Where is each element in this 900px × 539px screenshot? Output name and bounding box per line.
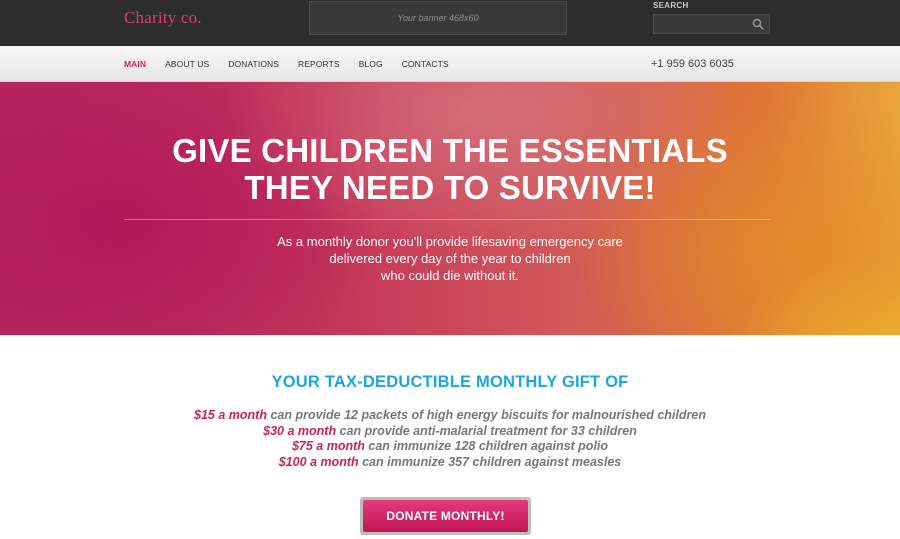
gift-description: can immunize 357 children against measle… bbox=[358, 454, 622, 469]
search-input[interactable] bbox=[653, 14, 770, 34]
hero-banner: GIVE CHILDREN THE ESSENTIALS THEY NEED T… bbox=[0, 82, 900, 335]
gift-amount: $15 a month bbox=[194, 408, 267, 422]
gift-amount: $100 a month bbox=[278, 454, 359, 469]
site-logo[interactable]: Charity co. bbox=[124, 8, 202, 28]
gift-item: $15 a month can provide 12 packets of hi… bbox=[0, 408, 900, 424]
gift-section-title: YOUR TAX-DEDUCTIBLE MONTHLY GIFT OF bbox=[271, 373, 629, 391]
top-bar: Charity co. Your banner 468x60 SEARCH bbox=[0, 0, 900, 46]
hero-title-line-1: GIVE CHILDREN THE ESSENTIALS bbox=[172, 132, 728, 169]
ad-banner[interactable]: Your banner 468x60 bbox=[309, 1, 567, 35]
nav-item-blog[interactable]: BLOG bbox=[359, 59, 383, 69]
nav-item-about-us[interactable]: ABOUT US bbox=[165, 59, 209, 69]
main-navigation: MAIN ABOUT US DONATIONS REPORTS BLOG CON… bbox=[0, 46, 900, 82]
hero-title-line-2: THEY NEED TO SURVIVE! bbox=[244, 169, 656, 206]
gift-description: can provide anti-malarial treatment for … bbox=[336, 423, 637, 438]
nav-item-main[interactable]: MAIN bbox=[124, 59, 146, 69]
gift-description: can immunize 128 children against polio bbox=[364, 439, 609, 453]
gift-amount: $75 a month bbox=[291, 439, 365, 453]
donate-monthly-button[interactable]: DONATE MONTHLY! bbox=[363, 500, 528, 532]
nav-item-reports[interactable]: REPORTS bbox=[298, 59, 340, 69]
hero-text-line-3: who could die without it. bbox=[380, 268, 520, 283]
hero-text-line-1: As a monthly donor you'll provide lifesa… bbox=[277, 234, 623, 249]
search-icon[interactable] bbox=[752, 18, 764, 30]
donate-button-frame: DONATE MONTHLY! bbox=[360, 497, 531, 535]
nav-item-donations[interactable]: DONATIONS bbox=[228, 59, 279, 69]
gift-item: $30 a month can provide anti-malarial tr… bbox=[0, 424, 900, 440]
gift-list: $15 a month can provide 12 packets of hi… bbox=[0, 408, 900, 470]
nav-item-contacts[interactable]: CONTACTS bbox=[402, 59, 449, 69]
hero-divider bbox=[124, 219, 770, 220]
gift-item: $100 a month can immunize 357 children a… bbox=[0, 455, 900, 471]
hero-text: As a monthly donor you'll provide lifesa… bbox=[0, 233, 900, 284]
hero-text-line-2: delivered every day of the year to child… bbox=[329, 251, 571, 266]
phone-number: +1 959 603 6035 bbox=[651, 58, 734, 70]
hero-title: GIVE CHILDREN THE ESSENTIALS THEY NEED T… bbox=[0, 132, 900, 206]
gift-amount: $30 a month bbox=[263, 423, 337, 438]
gift-description: can provide 12 packets of high energy bi… bbox=[266, 408, 706, 422]
gift-item: $75 a month can immunize 128 children ag… bbox=[0, 439, 900, 455]
search-label: SEARCH bbox=[653, 1, 689, 10]
